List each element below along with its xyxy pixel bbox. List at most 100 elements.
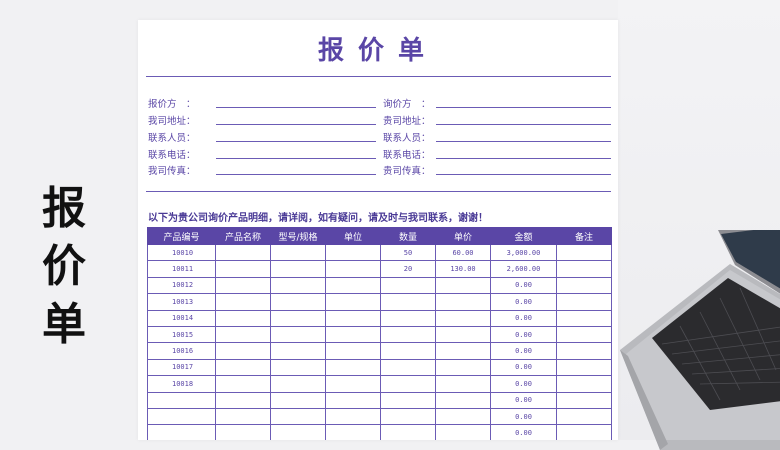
table-cell[interactable] bbox=[325, 325, 381, 344]
table-cell[interactable] bbox=[215, 391, 271, 409]
table-cell[interactable] bbox=[325, 358, 381, 377]
table-cell[interactable] bbox=[435, 424, 491, 440]
table-cell[interactable]: 0.00 bbox=[490, 276, 557, 295]
table-cell[interactable]: 10017 bbox=[147, 358, 216, 377]
table-cell[interactable] bbox=[325, 424, 381, 440]
table-cell[interactable] bbox=[325, 342, 381, 360]
info-field-line[interactable] bbox=[216, 174, 376, 175]
table-cell[interactable]: 130.00 bbox=[435, 260, 491, 278]
table-cell[interactable] bbox=[435, 309, 491, 327]
table-cell[interactable] bbox=[435, 358, 491, 377]
info-row: 联系人员： bbox=[383, 128, 613, 144]
info-field-line[interactable] bbox=[216, 141, 376, 142]
table-cell[interactable] bbox=[215, 309, 271, 327]
table-cell[interactable]: 0.00 bbox=[490, 358, 557, 377]
info-field-line[interactable] bbox=[216, 124, 376, 125]
table-cell[interactable] bbox=[270, 276, 326, 295]
table-cell[interactable] bbox=[215, 276, 271, 295]
product-table: 产品编号 产品名称 型号/规格 单位 数量 单价 金额 备注 10010 50 60… bbox=[147, 227, 612, 440]
table-cell[interactable]: 0.00 bbox=[490, 309, 557, 327]
table-cell[interactable]: 60.00 bbox=[435, 243, 491, 262]
table-cell[interactable] bbox=[325, 375, 381, 393]
table-cell[interactable] bbox=[380, 325, 436, 344]
table-cell[interactable] bbox=[270, 293, 326, 311]
table-cell[interactable] bbox=[380, 407, 436, 426]
table-cell[interactable]: 10013 bbox=[147, 293, 216, 311]
table-cell[interactable] bbox=[380, 293, 436, 311]
table-cell[interactable] bbox=[435, 293, 491, 311]
table-cell[interactable] bbox=[435, 342, 491, 360]
table-cell[interactable] bbox=[435, 276, 491, 295]
info-field-line[interactable] bbox=[436, 174, 611, 175]
table-cell[interactable] bbox=[380, 276, 436, 295]
table-cell[interactable]: 10012 bbox=[147, 276, 216, 295]
table-cell[interactable] bbox=[270, 424, 326, 440]
table-cell[interactable] bbox=[270, 407, 326, 426]
info-field-line[interactable] bbox=[436, 141, 611, 142]
divider-middle bbox=[146, 191, 611, 192]
table-cell[interactable] bbox=[325, 293, 381, 311]
table-cell[interactable]: 10015 bbox=[147, 325, 216, 344]
table-cell[interactable] bbox=[215, 243, 271, 262]
info-field-line[interactable] bbox=[436, 124, 611, 125]
table-cell[interactable] bbox=[147, 407, 216, 426]
table-cell[interactable] bbox=[380, 424, 436, 440]
table-cell[interactable]: 0.00 bbox=[490, 325, 557, 344]
table-cell[interactable]: 0.00 bbox=[490, 391, 557, 409]
table-cell[interactable]: 0.00 bbox=[490, 424, 557, 440]
table-cell[interactable] bbox=[380, 375, 436, 393]
column-header: 单位 bbox=[325, 227, 381, 245]
table-cell[interactable] bbox=[380, 342, 436, 360]
table-cell[interactable]: 10014 bbox=[147, 309, 216, 327]
table-cell[interactable]: 0.00 bbox=[490, 375, 557, 393]
table-cell[interactable] bbox=[147, 424, 216, 440]
info-field-line[interactable] bbox=[436, 107, 611, 108]
table-cell[interactable] bbox=[325, 243, 381, 262]
table-cell[interactable]: 20 bbox=[380, 260, 436, 278]
table-cell[interactable] bbox=[325, 260, 381, 278]
table-cell[interactable] bbox=[215, 358, 271, 377]
table-cell[interactable]: 2,600.00 bbox=[490, 260, 557, 278]
table-cell[interactable]: 10016 bbox=[147, 342, 216, 360]
table-cell[interactable] bbox=[215, 424, 271, 440]
table-cell[interactable] bbox=[270, 342, 326, 360]
info-field-line[interactable] bbox=[216, 158, 376, 159]
table-cell[interactable] bbox=[215, 407, 271, 426]
table-cell[interactable] bbox=[270, 260, 326, 278]
table-row: 10011 20 130.00 2,600.00 bbox=[147, 260, 612, 278]
table-cell[interactable]: 10011 bbox=[147, 260, 216, 278]
table-cell[interactable]: 10018 bbox=[147, 375, 216, 393]
table-cell[interactable] bbox=[215, 325, 271, 344]
table-cell[interactable] bbox=[215, 260, 271, 278]
table-cell[interactable] bbox=[380, 391, 436, 409]
table-cell[interactable] bbox=[380, 309, 436, 327]
table-cell[interactable]: 50 bbox=[380, 243, 436, 262]
table-cell[interactable] bbox=[380, 358, 436, 377]
table-cell[interactable] bbox=[435, 407, 491, 426]
table-cell[interactable] bbox=[215, 375, 271, 393]
table-cell[interactable] bbox=[435, 375, 491, 393]
table-cell[interactable]: 0.00 bbox=[490, 342, 557, 360]
table-cell[interactable] bbox=[270, 358, 326, 377]
info-field-line[interactable] bbox=[436, 158, 611, 159]
table-cell[interactable] bbox=[147, 391, 216, 409]
table-cell[interactable] bbox=[435, 391, 491, 409]
table-cell[interactable] bbox=[270, 375, 326, 393]
table-cell[interactable]: 0.00 bbox=[490, 293, 557, 311]
table-header-row: 产品编号 产品名称 型号/规格 单位 数量 单价 金额 备注 bbox=[147, 227, 612, 245]
table-cell[interactable] bbox=[325, 276, 381, 295]
info-field-line[interactable] bbox=[216, 107, 376, 108]
table-cell[interactable] bbox=[435, 325, 491, 344]
table-cell[interactable]: 3,000.00 bbox=[490, 243, 557, 262]
table-cell[interactable] bbox=[325, 407, 381, 426]
table-cell[interactable] bbox=[270, 325, 326, 344]
table-cell[interactable] bbox=[215, 342, 271, 360]
table-cell[interactable]: 0.00 bbox=[490, 407, 557, 426]
table-cell[interactable] bbox=[325, 309, 381, 327]
table-cell[interactable] bbox=[270, 309, 326, 327]
table-cell[interactable] bbox=[270, 391, 326, 409]
table-cell[interactable]: 10010 bbox=[147, 243, 216, 262]
table-cell[interactable] bbox=[270, 243, 326, 262]
table-cell[interactable] bbox=[325, 391, 381, 409]
table-cell[interactable] bbox=[215, 293, 271, 311]
